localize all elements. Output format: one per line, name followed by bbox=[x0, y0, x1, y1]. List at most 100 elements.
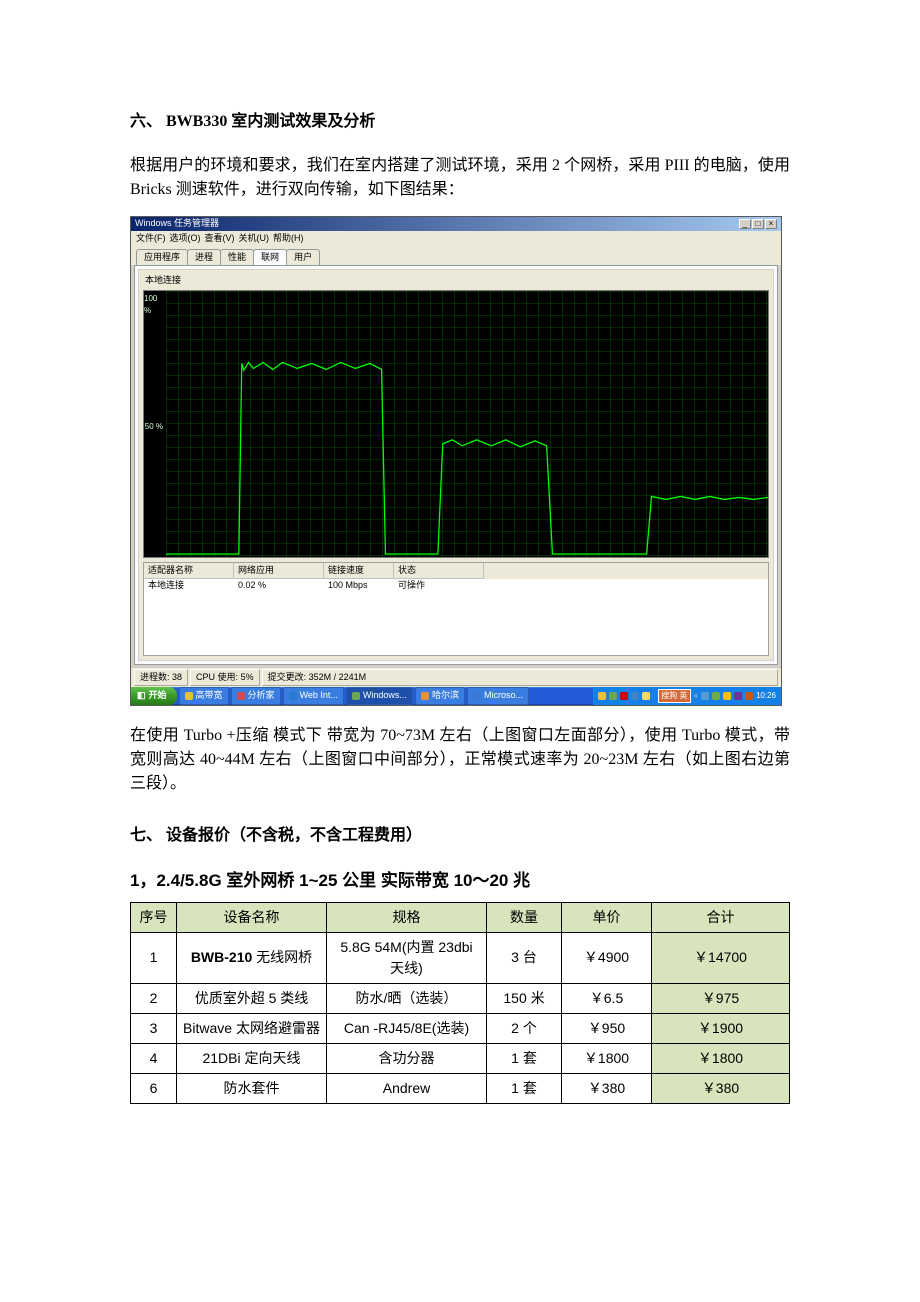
table-row: 3 Bitwave 太网络避雷器 Can -RJ45/8E(选装) 2 个 ￥9… bbox=[131, 1013, 790, 1043]
details-val-state: 可操作 bbox=[394, 579, 484, 593]
cell-name: 21DBi 定向天线 bbox=[177, 1043, 327, 1073]
windows-logo-icon: ◧ bbox=[137, 689, 146, 703]
quote-table: 序号 设备名称 规格 数量 单价 合计 1 BWB-210 无线网桥 5.8G … bbox=[130, 902, 790, 1104]
details-hdr-state: 状态 bbox=[394, 563, 484, 580]
th-idx: 序号 bbox=[131, 902, 177, 932]
tray-icon[interactable] bbox=[631, 692, 639, 700]
th-spec: 规格 bbox=[327, 902, 487, 932]
window-titlebar: Windows 任务管理器 _ □ × bbox=[131, 217, 781, 231]
th-qty: 数量 bbox=[487, 902, 562, 932]
menu-bar: 文件(F) 选项(O) 查看(V) 关机(U) 帮助(H) bbox=[131, 231, 781, 247]
taskbar: ◧ 开始 高带宽 分析家 Web Int... Windows... 哈尔滨 M… bbox=[131, 687, 781, 705]
cell-price: ￥1800 bbox=[562, 1043, 652, 1073]
cell-price: ￥6.5 bbox=[562, 983, 652, 1013]
system-tray: 搜狗 英 « 10:26 bbox=[593, 687, 781, 705]
tray-icon[interactable] bbox=[642, 692, 650, 700]
cell-spec: 5.8G 54M(内置 23dbi 天线) bbox=[327, 932, 487, 983]
cell-qty: 150 米 bbox=[487, 983, 562, 1013]
taskbtn-3[interactable]: Web Int... bbox=[283, 687, 344, 705]
networking-panel: 本地连接 100 % 50 % 适配器名称 网络应用 链接速度 状态 bbox=[134, 265, 778, 665]
start-button[interactable]: ◧ 开始 bbox=[131, 687, 177, 705]
ime-indicator[interactable]: 搜狗 英 bbox=[658, 689, 690, 703]
clock: 10:26 bbox=[756, 690, 776, 702]
section6-conclusion: 在使用 Turbo +压缩 模式下 带宽为 70~73M 左右（上图窗口左面部分… bbox=[130, 724, 790, 796]
tab-perf[interactable]: 性能 bbox=[220, 249, 254, 266]
taskbtn-5[interactable]: 哈尔滨 bbox=[415, 687, 465, 705]
tray-icon[interactable] bbox=[745, 692, 753, 700]
menu-options[interactable]: 选项(O) bbox=[170, 232, 201, 246]
folder-icon bbox=[421, 692, 429, 700]
th-price: 单价 bbox=[562, 902, 652, 932]
details-val-name: 本地连接 bbox=[144, 579, 234, 593]
tray-icon[interactable] bbox=[620, 692, 628, 700]
cell-idx: 3 bbox=[131, 1013, 177, 1043]
taskbtn-4[interactable]: Windows... bbox=[346, 687, 413, 705]
tray-icon[interactable] bbox=[598, 692, 606, 700]
cell-idx: 6 bbox=[131, 1073, 177, 1103]
status-bar: 进程数: 38 CPU 使用: 5% 提交更改: 352M / 2241M bbox=[131, 668, 781, 688]
cell-qty: 2 个 bbox=[487, 1013, 562, 1043]
section6-intro: 根据用户的环境和要求，我们在室内搭建了测试环境，采用 2 个网桥，采用 PIII… bbox=[130, 154, 790, 202]
tab-users[interactable]: 用户 bbox=[286, 249, 320, 266]
ytick-50: 50 % bbox=[145, 421, 163, 433]
cell-qty: 1 套 bbox=[487, 1043, 562, 1073]
cell-total: ￥1900 bbox=[652, 1013, 790, 1043]
maximize-icon[interactable]: □ bbox=[752, 219, 764, 229]
minimize-icon[interactable]: _ bbox=[739, 219, 751, 229]
tray-icon[interactable] bbox=[609, 692, 617, 700]
table-row: 2 优质室外超 5 类线 防水/晒（选装） 150 米 ￥6.5 ￥975 bbox=[131, 983, 790, 1013]
details-val-speed: 100 Mbps bbox=[324, 579, 394, 593]
tab-networking[interactable]: 联网 bbox=[253, 249, 287, 266]
status-cpu: CPU 使用: 5% bbox=[190, 669, 260, 687]
tab-procs[interactable]: 进程 bbox=[187, 249, 221, 266]
cell-name: 防水套件 bbox=[177, 1073, 327, 1103]
menu-shutdown[interactable]: 关机(U) bbox=[239, 232, 270, 246]
chart-line bbox=[166, 291, 768, 557]
tray-icon[interactable] bbox=[712, 692, 720, 700]
tray-icon[interactable] bbox=[701, 692, 709, 700]
task-manager-screenshot: Windows 任务管理器 _ □ × 文件(F) 选项(O) 查看(V) 关机… bbox=[130, 216, 782, 706]
taskbtn-1[interactable]: 高带宽 bbox=[179, 687, 229, 705]
cell-total: ￥380 bbox=[652, 1073, 790, 1103]
details-hdr-speed: 链接速度 bbox=[324, 563, 394, 580]
status-procs: 进程数: 38 bbox=[134, 669, 188, 687]
cell-total: ￥1800 bbox=[652, 1043, 790, 1073]
cell-name: Bitwave 太网络避雷器 bbox=[177, 1013, 327, 1043]
tray-icon[interactable] bbox=[723, 692, 731, 700]
word-icon bbox=[473, 692, 481, 700]
taskbtn-6[interactable]: Microso... bbox=[467, 687, 529, 705]
details-val-util: 0.02 % bbox=[234, 579, 324, 593]
ytick-100: 100 % bbox=[144, 293, 163, 317]
cell-qty: 3 台 bbox=[487, 932, 562, 983]
menu-file[interactable]: 文件(F) bbox=[136, 232, 166, 246]
th-name: 设备名称 bbox=[177, 902, 327, 932]
taskbtn-2[interactable]: 分析家 bbox=[231, 687, 281, 705]
app-icon bbox=[185, 692, 193, 700]
taskmgr-icon bbox=[352, 692, 360, 700]
window-title: Windows 任务管理器 bbox=[135, 217, 219, 231]
section6-heading: 六、 BWB330 室内测试效果及分析 bbox=[130, 110, 790, 134]
cell-price: ￥4900 bbox=[562, 932, 652, 983]
cell-idx: 2 bbox=[131, 983, 177, 1013]
adapter-label: 本地连接 bbox=[145, 274, 769, 288]
menu-view[interactable]: 查看(V) bbox=[205, 232, 235, 246]
status-commit: 提交更改: 352M / 2241M bbox=[262, 669, 778, 687]
cell-price: ￥380 bbox=[562, 1073, 652, 1103]
cell-idx: 4 bbox=[131, 1043, 177, 1073]
cell-price: ￥950 bbox=[562, 1013, 652, 1043]
close-icon[interactable]: × bbox=[765, 219, 777, 229]
cell-total: ￥975 bbox=[652, 983, 790, 1013]
th-total: 合计 bbox=[652, 902, 790, 932]
tab-apps[interactable]: 应用程序 bbox=[136, 249, 188, 266]
cell-total: ￥14700 bbox=[652, 932, 790, 983]
app-icon bbox=[237, 692, 245, 700]
section7-heading: 七、 设备报价（不含税，不含工程费用） bbox=[130, 824, 790, 848]
cell-spec: 防水/晒（选装） bbox=[327, 983, 487, 1013]
cell-spec: 含功分器 bbox=[327, 1043, 487, 1073]
menu-help[interactable]: 帮助(H) bbox=[273, 232, 304, 246]
tray-icon[interactable] bbox=[734, 692, 742, 700]
cell-qty: 1 套 bbox=[487, 1073, 562, 1103]
cell-spec: Can -RJ45/8E(选装) bbox=[327, 1013, 487, 1043]
details-hdr-name: 适配器名称 bbox=[144, 563, 234, 580]
quote1-title: 1，2.4/5.8G 室外网桥 1~25 公里 实际带宽 10～20 兆 bbox=[130, 868, 790, 894]
